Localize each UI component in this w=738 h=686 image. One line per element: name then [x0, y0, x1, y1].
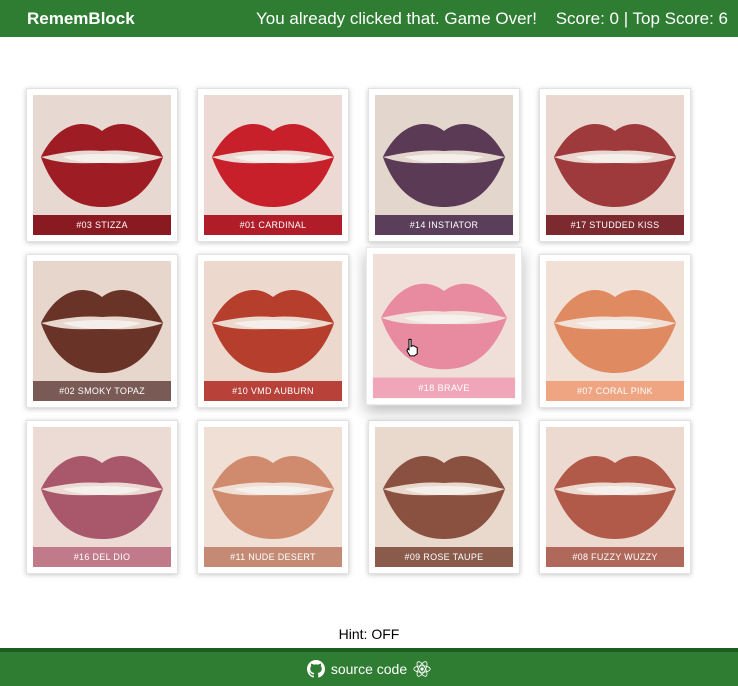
lipstick-card[interactable]: #17 STUDDED KISS — [539, 88, 691, 242]
lips-photo — [375, 95, 513, 215]
lips-photo — [546, 427, 684, 547]
lipstick-card[interactable]: #11 NUDE DESERT — [197, 420, 349, 574]
lips-photo — [375, 427, 513, 547]
hand-cursor-icon — [405, 338, 419, 357]
lipstick-card[interactable]: #10 VMD AUBURN — [197, 254, 349, 408]
card-label: #14 INSTIATOR — [375, 215, 513, 235]
lips-photo — [33, 427, 171, 547]
game-status: You already clicked that. Game Over! Sco… — [256, 9, 728, 29]
card-label: #16 DEL DIO — [33, 547, 171, 567]
lips-photo — [33, 95, 171, 215]
lips-photo — [33, 261, 171, 381]
lipstick-card[interactable]: #02 SMOKY TOPAZ — [26, 254, 178, 408]
lips-photo — [204, 427, 342, 547]
lips-photo — [546, 95, 684, 215]
card-label: #01 CARDINAL — [204, 215, 342, 235]
github-icon — [306, 660, 325, 678]
react-icon — [413, 660, 431, 678]
lipstick-card[interactable]: #01 CARDINAL — [197, 88, 349, 242]
card-label: #07 CORAL PINK — [546, 381, 684, 401]
lipstick-card[interactable]: #18 BRAVE — [365, 246, 523, 406]
card-label: #03 STIZZA — [33, 215, 171, 235]
lips-photo — [204, 261, 342, 381]
lips-photo — [546, 261, 684, 381]
lipstick-card[interactable]: #09 ROSE TAUPE — [368, 420, 520, 574]
lips-photo — [372, 253, 516, 378]
top-navbar: RememBlock You already clicked that. Gam… — [0, 0, 738, 37]
card-label: #11 NUDE DESERT — [204, 547, 342, 567]
source-code-link[interactable]: source code — [331, 661, 407, 677]
lipstick-card[interactable]: #07 CORAL PINK — [539, 254, 691, 408]
lips-photo — [204, 95, 342, 215]
hint-status: Hint: OFF — [338, 626, 400, 642]
game-message: You already clicked that. Game Over! — [255, 8, 537, 28]
card-label: #18 BRAVE — [372, 377, 516, 399]
card-label: #08 FUZZY WUZZY — [546, 547, 684, 567]
card-label: #02 SMOKY TOPAZ — [33, 381, 171, 401]
lipstick-card[interactable]: #08 FUZZY WUZZY — [539, 420, 691, 574]
lipstick-card[interactable]: #16 DEL DIO — [26, 420, 178, 574]
footer: source code — [0, 648, 738, 686]
lipstick-card[interactable]: #14 INSTIATOR — [368, 88, 520, 242]
lipstick-card[interactable]: #03 STIZZA — [26, 88, 178, 242]
brand-title: RememBlock — [27, 8, 135, 28]
score-display: Score: 0 | Top Score: 6 — [555, 8, 728, 28]
card-label: #09 ROSE TAUPE — [375, 547, 513, 567]
card-grid: #03 STIZZA #01 CARDINAL #14 INSTIATOR #17 S… — [26, 88, 691, 574]
card-label: #10 VMD AUBURN — [204, 381, 342, 401]
card-label: #17 STUDDED KISS — [546, 215, 684, 235]
